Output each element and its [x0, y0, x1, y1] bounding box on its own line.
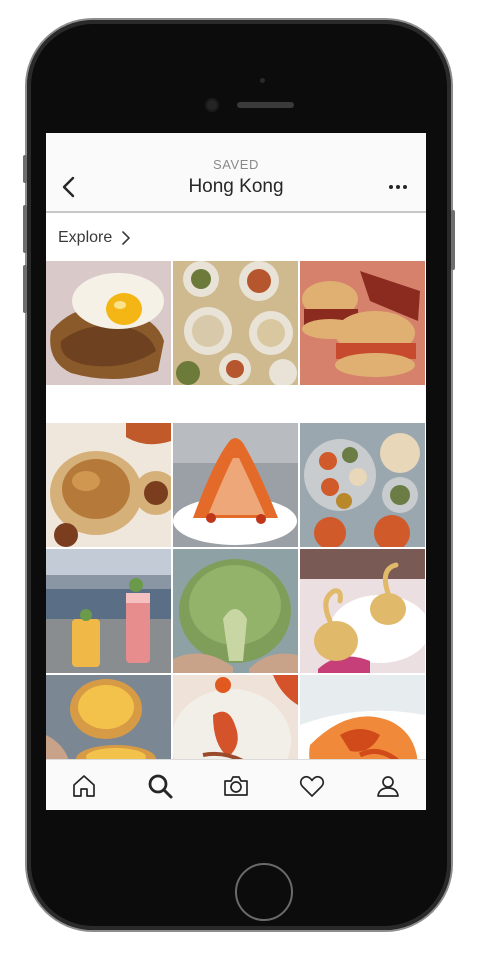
tab-camera[interactable] [198, 760, 274, 810]
saved-photo-harbour-drinks[interactable] [46, 549, 171, 673]
photo-image [300, 261, 425, 385]
photo-image [173, 549, 298, 673]
saved-photo-pineapple-bun[interactable] [173, 549, 298, 673]
photo-image [46, 261, 171, 385]
saved-photo-roast-chicken[interactable] [46, 423, 171, 547]
tab-search[interactable] [122, 760, 198, 810]
power-button [451, 210, 455, 270]
tab-profile[interactable] [350, 760, 426, 810]
header-kicker: SAVED [212, 157, 260, 172]
saved-photo-thali[interactable] [300, 423, 425, 547]
proximity-sensor [260, 78, 265, 83]
header-bar: SAVED Hong Kong [46, 133, 426, 213]
front-camera [207, 100, 217, 110]
mute-switch [23, 155, 27, 183]
app-screen: SAVED Hong Kong Explore [46, 133, 426, 810]
tab-bar [46, 759, 426, 810]
explore-link[interactable]: Explore [46, 215, 426, 261]
photo-image [46, 423, 171, 547]
volume-down-button [23, 265, 27, 313]
photo-image [173, 261, 298, 385]
search-icon [148, 774, 173, 798]
heart-icon [299, 775, 325, 797]
photo-image [46, 549, 171, 673]
chevron-right-icon [122, 231, 131, 245]
photo-image [300, 549, 425, 673]
volume-up-button [23, 205, 27, 253]
tab-home[interactable] [46, 760, 122, 810]
photo-image [173, 423, 298, 547]
saved-photo-burgers[interactable] [300, 261, 425, 385]
earpiece-speaker [237, 102, 294, 108]
more-horizontal-icon[interactable] [384, 177, 412, 197]
home-button[interactable] [235, 863, 293, 921]
photo-image [300, 423, 425, 547]
home-icon [73, 774, 95, 797]
saved-photo-egg-hash[interactable] [46, 261, 171, 385]
saved-photo-tomato-pasta[interactable] [173, 423, 298, 547]
saved-photo-swan-pastries[interactable] [300, 549, 425, 673]
saved-photo-dim-sum[interactable] [173, 261, 298, 385]
camera-icon [224, 775, 248, 796]
explore-label: Explore [58, 229, 113, 246]
profile-icon [377, 775, 399, 797]
tab-activity[interactable] [274, 760, 350, 810]
page-title: Hong Kong [188, 176, 284, 197]
